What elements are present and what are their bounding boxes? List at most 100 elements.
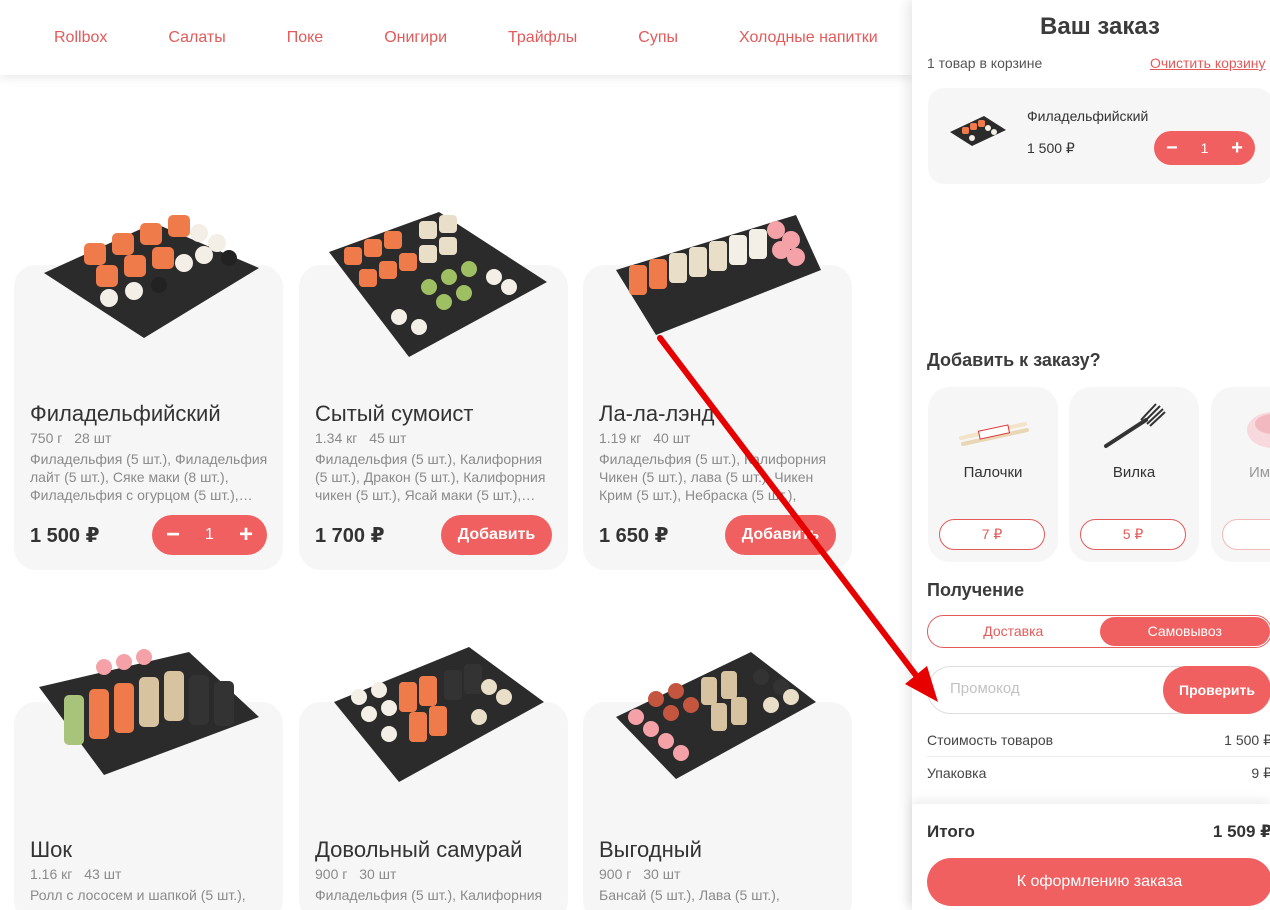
check-promo-button[interactable]: Проверить: [1163, 666, 1270, 714]
product-weight: 750 г: [30, 430, 63, 446]
total-bar: Итого 1 509 ₽ К оформлению заказа: [912, 804, 1270, 910]
category-nav: Rollbox Салаты Поке Онигири Трайфлы Супы…: [0, 0, 912, 75]
product-card[interactable]: Сытый сумоист 1.34 кг 45 шт Филадельфия …: [299, 212, 568, 570]
product-weight: 900 г: [599, 866, 632, 882]
product-pieces: 30 шт: [643, 866, 681, 882]
product-weight: 900 г: [315, 866, 348, 882]
nav-item-onigiri[interactable]: Онигири: [384, 29, 447, 47]
product-image: [319, 642, 549, 802]
nav-item-trifles[interactable]: Трайфлы: [508, 29, 577, 47]
extra-item-ginger[interactable]: Им 2: [1211, 387, 1270, 562]
quantity-stepper[interactable]: − 1 +: [152, 515, 267, 555]
nav-item-rollbox[interactable]: Rollbox: [54, 29, 107, 47]
packaging-row: Упаковка 9 ₽: [927, 765, 1270, 781]
divider: [927, 756, 1270, 757]
fulfillment-toggle[interactable]: Доставка Самовывоз: [927, 615, 1270, 648]
product-name[interactable]: Довольный самурай: [315, 837, 522, 863]
product-price: 1 650 ₽: [599, 525, 669, 547]
product-pieces: 28 шт: [74, 430, 112, 446]
product-image: [611, 647, 841, 797]
packaging-value: 9 ₽: [1251, 765, 1270, 781]
total-value: 1 509 ₽: [1212, 822, 1270, 841]
cart-item: Филадельфийский 1 500 ₽ − 1 +: [928, 88, 1270, 184]
extra-item-price-button[interactable]: 7 ₽: [939, 519, 1045, 550]
product-meta: 900 г 30 шт: [599, 866, 680, 882]
product-image: [611, 215, 841, 365]
upsell-heading: Добавить к заказу?: [927, 350, 1101, 370]
promo-code-field: Проверить: [927, 666, 1270, 714]
product-description: Филадельфия (5 шт.), Калифорния Чикен (5…: [599, 451, 827, 503]
product-meta: 1.19 кг 40 шт: [599, 430, 690, 446]
add-to-cart-button[interactable]: Добавить: [441, 515, 552, 555]
product-weight: 1.34 кг: [315, 430, 358, 446]
minus-button[interactable]: −: [166, 521, 180, 549]
cart-item-name: Филадельфийский: [1027, 108, 1149, 124]
extra-item-label: Палочки: [963, 464, 1023, 481]
product-image: [34, 203, 264, 353]
nav-item-salads[interactable]: Салаты: [168, 29, 225, 47]
nav-item-cold-drinks[interactable]: Холодные напитки: [739, 29, 878, 47]
nav-item-soups[interactable]: Супы: [638, 29, 678, 47]
total-label: Итого: [927, 822, 975, 841]
ginger-icon: [1233, 402, 1270, 452]
product-card[interactable]: Шок 1.16 кг 43 шт Ролл с лососем и шапко…: [14, 649, 283, 910]
quantity-value: 1: [1200, 140, 1209, 156]
product-image: [39, 647, 269, 797]
product-pieces: 40 шт: [653, 430, 691, 446]
chopsticks-icon: [953, 402, 1033, 452]
promo-code-input[interactable]: [950, 680, 1150, 697]
product-meta: 1.16 кг 43 шт: [30, 866, 121, 882]
minus-button[interactable]: −: [1166, 137, 1178, 160]
pickup-option[interactable]: Самовывоз: [1099, 617, 1270, 646]
cart-panel: Ваш заказ 1 товар в корзине Очистить кор…: [912, 0, 1270, 910]
cart-title: Ваш заказ: [1040, 13, 1160, 40]
product-pieces: 30 шт: [359, 866, 397, 882]
product-price: 1 700 ₽: [315, 525, 385, 547]
product-card[interactable]: Довольный самурай 900 г 30 шт Филадельфи…: [299, 647, 568, 910]
product-description: Ролл с лососем и шапкой (5 шт.),: [30, 887, 246, 903]
plus-button[interactable]: +: [1231, 137, 1243, 160]
packaging-label: Упаковка: [927, 765, 987, 781]
product-price: 1 500 ₽: [30, 525, 100, 547]
extra-item-chopsticks[interactable]: Палочки 7 ₽: [928, 387, 1058, 562]
subtotal-value: 1 500 ₽: [1224, 732, 1270, 748]
product-description: Филадельфия (5 шт.), Калифорния (5 шт.),…: [315, 451, 546, 503]
product-weight: 1.19 кг: [599, 430, 642, 446]
subtotal-row: Стоимость товаров 1 500 ₽: [927, 732, 1270, 748]
quantity-value: 1: [205, 526, 214, 543]
checkout-button[interactable]: К оформлению заказа: [927, 858, 1270, 906]
extra-item-price-button[interactable]: 5 ₽: [1080, 519, 1186, 550]
product-image: [319, 207, 549, 367]
subtotal-label: Стоимость товаров: [927, 732, 1054, 748]
product-name[interactable]: Ла-ла-лэнд: [599, 401, 714, 427]
product-meta: 900 г 30 шт: [315, 866, 396, 882]
product-weight: 1.16 кг: [30, 866, 73, 882]
plus-button[interactable]: +: [239, 521, 253, 549]
product-name[interactable]: Выгодный: [599, 837, 702, 863]
product-pieces: 43 шт: [84, 866, 122, 882]
product-description: Бансай (5 шт.), Лава (5 шт.),: [599, 887, 780, 903]
product-card[interactable]: Ла-ла-лэнд 1.19 кг 40 шт Филадельфия (5 …: [583, 215, 852, 570]
extra-item-fork[interactable]: Вилка 5 ₽: [1069, 387, 1199, 562]
cart-quantity-stepper[interactable]: − 1 +: [1154, 131, 1255, 165]
extra-item-price-button[interactable]: 2: [1222, 519, 1270, 550]
product-name[interactable]: Филадельфийский: [30, 401, 221, 427]
product-pieces: 45 шт: [369, 430, 407, 446]
fork-icon: [1094, 402, 1174, 452]
product-description: Филадельфия (5 шт.), Калифорния: [315, 887, 543, 903]
extra-item-label: Им: [1249, 464, 1270, 481]
delivery-option[interactable]: Доставка: [928, 616, 1099, 647]
clear-cart-link[interactable]: Очистить корзину: [1150, 55, 1266, 71]
add-to-cart-button[interactable]: Добавить: [725, 515, 836, 555]
fulfillment-heading: Получение: [927, 580, 1025, 600]
product-card[interactable]: Выгодный 900 г 30 шт Бансай (5 шт.), Лав…: [583, 652, 852, 910]
product-card[interactable]: Филадельфийский 750 г 28 шт Филадельфия …: [14, 215, 283, 570]
product-meta: 750 г 28 шт: [30, 430, 111, 446]
product-name[interactable]: Сытый сумоист: [315, 401, 473, 427]
extra-item-label: Вилка: [1112, 464, 1156, 481]
product-name[interactable]: Шок: [30, 837, 72, 863]
product-description: Филадельфия (5 шт.), Филадельфия лайт (5…: [30, 451, 268, 503]
cart-item-image: [948, 110, 1008, 150]
product-meta: 1.34 кг 45 шт: [315, 430, 406, 446]
nav-item-poke[interactable]: Поке: [287, 29, 323, 47]
